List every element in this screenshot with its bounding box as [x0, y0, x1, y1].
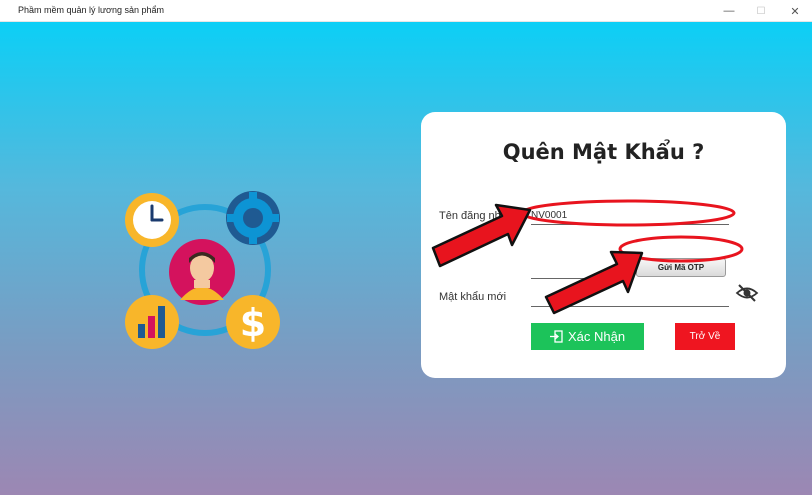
svg-text:$: $	[240, 301, 266, 345]
title-bar: Phầm mềm quản lý lương sản phẩm — ☐ ✕	[0, 0, 812, 22]
username-label: Tên đăng nhập	[439, 210, 514, 222]
confirm-button-label: Xác Nhận	[567, 329, 626, 344]
person-icon	[169, 239, 235, 305]
gear-icon	[226, 191, 280, 245]
username-input[interactable]	[531, 208, 729, 225]
bar-chart-icon	[125, 295, 179, 349]
back-button[interactable]: Trở Về	[675, 323, 735, 350]
close-button[interactable]: ✕	[780, 0, 810, 22]
eye-slash-icon[interactable]	[735, 282, 759, 304]
forgot-password-card: Quên Mật Khẩu ? Tên đăng nhập Gửi Mã OTP…	[421, 112, 786, 378]
window-title: Phầm mềm quản lý lương sản phẩm	[18, 5, 164, 15]
clock-icon	[125, 193, 179, 247]
login-icon	[549, 330, 563, 343]
minimize-button[interactable]: —	[714, 0, 744, 22]
new-password-label: Mật khẩu mới	[439, 291, 507, 303]
page-title: Quên Mật Khẩu ?	[502, 140, 705, 164]
confirm-button[interactable]: Xác Nhận	[531, 323, 644, 350]
payroll-illustration: $	[125, 191, 280, 349]
maximize-button[interactable]: ☐	[746, 0, 776, 22]
dollar-icon: $	[226, 295, 280, 349]
otp-input[interactable]	[531, 262, 621, 279]
send-otp-button[interactable]: Gửi Mã OTP	[636, 258, 726, 277]
app-content: $ Quên Mật Khẩu ? Tên đăng nhập Gửi Mã O…	[0, 22, 812, 495]
new-password-input[interactable]	[531, 290, 729, 307]
